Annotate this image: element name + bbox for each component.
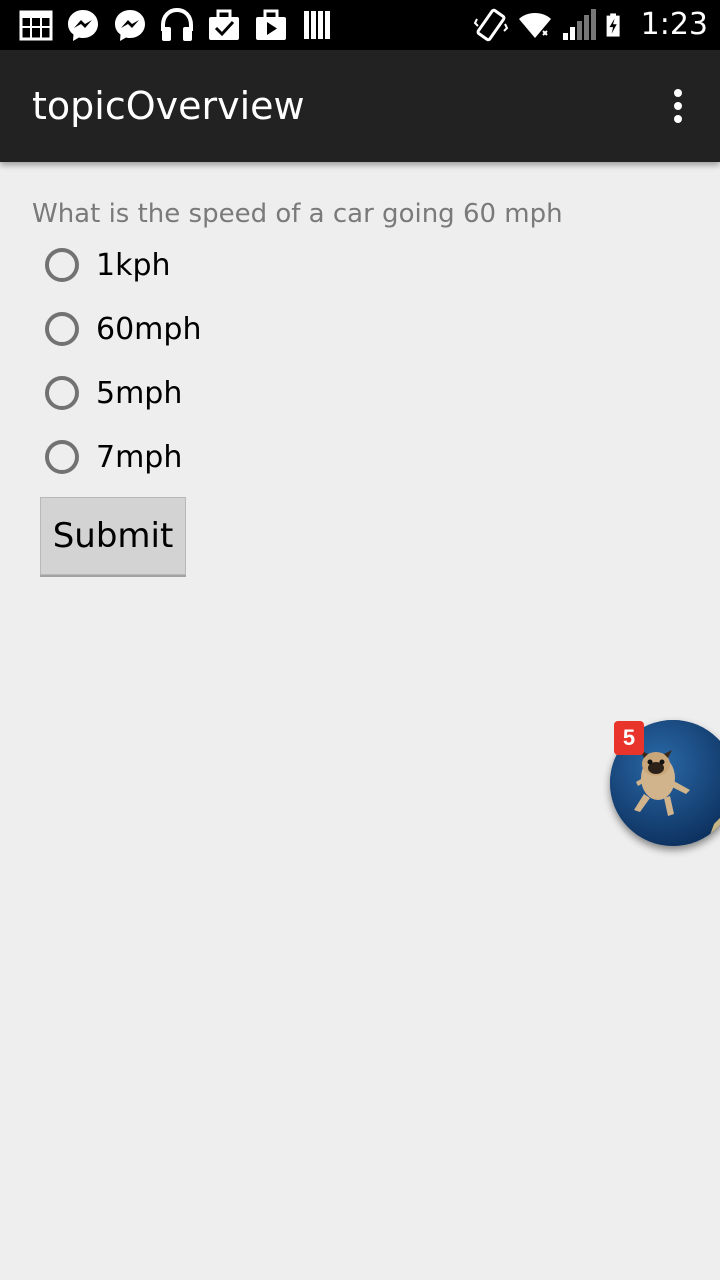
wifi-icon [518, 13, 551, 38]
answer-option[interactable]: 60mph [40, 297, 201, 361]
messenger-icon [68, 10, 98, 41]
answer-option-label: 1kph [96, 247, 171, 283]
answer-option-label: 7mph [96, 439, 183, 475]
radio-button[interactable] [45, 312, 79, 346]
vibrate-icon [473, 8, 508, 42]
briefcase-play-icon [256, 9, 286, 40]
answer-option[interactable]: 7mph [40, 425, 201, 489]
notification-icons [18, 7, 347, 43]
clock: 1:23 [640, 7, 708, 42]
submit-button[interactable]: Submit [40, 497, 186, 575]
answer-option-label: 5mph [96, 375, 183, 411]
messenger-icon [115, 10, 145, 41]
answer-radio-group: 1kph 60mph 5mph 7mph [40, 233, 201, 489]
system-icons: 1:23 [473, 7, 708, 43]
battery-charging-icon [606, 13, 620, 37]
radio-button[interactable] [45, 440, 79, 474]
briefcase-check-icon [209, 9, 239, 40]
calendar-icon [19, 10, 53, 41]
action-bar: topicOverview [0, 50, 720, 162]
signal-icon [562, 9, 596, 40]
answer-option[interactable]: 5mph [40, 361, 201, 425]
more-vertical-icon[interactable] [666, 88, 690, 124]
answer-option-label: 60mph [96, 311, 202, 347]
question-text: What is the speed of a car going 60 mph [32, 199, 563, 229]
page-title: topicOverview [32, 84, 305, 128]
status-bar: 1:23 [0, 0, 720, 50]
radio-button[interactable] [45, 248, 79, 282]
notification-badge: 5 [614, 721, 644, 755]
screen: 1:23 topicOverview What is the speed of … [0, 0, 720, 1280]
answer-option[interactable]: 1kph [40, 233, 201, 297]
headphones-icon [161, 7, 193, 41]
library-icon [304, 11, 330, 39]
radio-button[interactable] [45, 376, 79, 410]
